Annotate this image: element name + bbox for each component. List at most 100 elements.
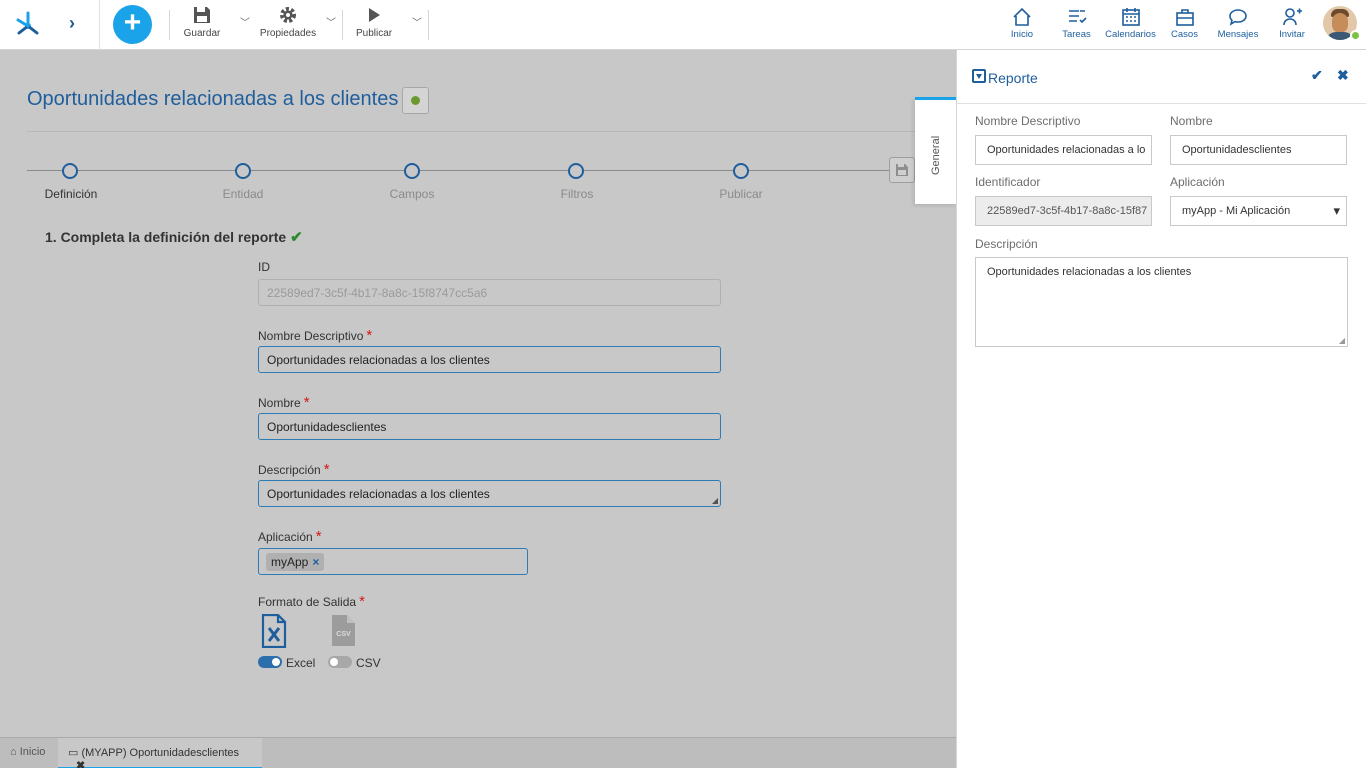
step-publish-icon[interactable] [733,163,749,179]
play-icon [369,8,380,22]
online-status-icon [1350,30,1361,41]
desc-name-label-text: Nombre Descriptivo [258,329,364,343]
stepper-line [27,170,907,171]
close-icon[interactable]: ✖ [76,760,85,768]
chip-remove-icon[interactable]: × [312,555,319,569]
section-title-text: 1. Completa la definición del reporte [45,229,287,245]
panel-identifier-label: Identificador [975,175,1041,189]
calendar-icon [1121,8,1140,26]
panel-description-text: Oportunidades relacionadas a los cliente… [987,266,1192,278]
page-title: Oportunidades relacionadas a los cliente… [27,88,399,110]
nav-invite[interactable]: Invitar [1277,7,1307,40]
output-format-label: Formato de Salida * [258,593,365,610]
csv-toggle[interactable] [328,656,352,668]
step-fields-label[interactable]: Campos [362,187,462,201]
panel-desc-name-input[interactable]: Oportunidades relacionadas a lo [975,135,1152,165]
step-definition-icon[interactable] [62,163,78,179]
toolbar-divider [428,10,429,40]
panel-description-textarea[interactable]: Oportunidades relacionadas a los cliente… [975,257,1348,347]
close-icon[interactable]: ✖ [1337,67,1349,84]
required-mark: * [359,593,365,610]
panel-title: Reporte [988,70,1038,86]
panel-description-label: Descripción [975,237,1038,251]
excel-toggle[interactable] [258,656,282,668]
tab-report[interactable]: ▭ (MYAPP) Oportunidadesclientes ✖ [58,738,262,768]
floppy-icon [194,7,210,23]
desc-name-input[interactable]: Oportunidades relacionadas a los cliente… [258,346,721,373]
id-input[interactable]: 22589ed7-3c5f-4b17-8a8c-15f8747cc5a6 [258,279,721,306]
nav-messages-label: Mensajes [1217,29,1259,40]
step-entity-label[interactable]: Entidad [193,187,293,201]
panel-desc-name-label: Nombre Descriptivo [975,114,1081,128]
save-button[interactable]: Guardar [183,6,221,39]
save-dropdown-chevron-icon[interactable]: ﹀ [240,14,250,29]
resize-handle-icon[interactable]: ◢ [712,496,718,505]
step-save-button[interactable] [889,157,915,183]
divider [27,131,927,132]
step-filters-label[interactable]: Filtros [527,187,627,201]
required-mark: * [366,327,373,344]
toolbar-divider [342,10,343,40]
add-user-icon [1283,8,1302,26]
step-definition-label[interactable]: Definición [21,187,121,201]
nav-messages[interactable]: Mensajes [1216,7,1260,40]
step-publish-label[interactable]: Publicar [691,187,791,201]
resize-handle-icon[interactable]: ◢ [1339,336,1345,345]
step-entity-icon[interactable] [235,163,251,179]
properties-dropdown-chevron-icon[interactable]: ﹀ [326,14,336,29]
panel-application-label: Aplicación [1170,175,1225,189]
output-format-label-text: Formato de Salida [258,595,357,609]
name-label: Nombre * [258,394,310,411]
bottom-tab-bar: ⌂ Inicio ▭ (MYAPP) Oportunidadesclientes… [0,737,956,768]
app-logo[interactable]: › [0,0,100,50]
name-label-text: Nombre [258,396,301,410]
step-filters-icon[interactable] [568,163,584,179]
required-mark: * [323,461,330,478]
expand-chevron-icon[interactable]: › [69,13,75,34]
nav-home[interactable]: Inicio [1008,7,1036,40]
description-label-text: Descripción [258,463,321,477]
add-button[interactable]: + [113,5,152,44]
name-input[interactable]: Oportunidadesclientes [258,413,721,440]
publish-dropdown-chevron-icon[interactable]: ﹀ [412,14,422,29]
tasks-icon [1068,10,1087,24]
csv-label: CSV [356,656,381,670]
tab-home[interactable]: ⌂ Inicio [0,738,55,768]
description-textarea[interactable]: Oportunidades relacionadas a los cliente… [258,480,721,507]
id-label: ID [258,260,270,274]
status-badge[interactable] [402,87,429,114]
tab-general[interactable]: General [915,97,957,204]
home-icon: ⌂ [10,746,17,758]
properties-label: Propiedades [259,28,317,39]
excel-file-icon[interactable] [261,614,287,648]
publish-button[interactable]: Publicar [356,6,392,39]
excel-label: Excel [286,656,316,670]
report-dropdown-icon[interactable] [972,69,986,83]
nav-tasks[interactable]: Tareas [1060,7,1093,40]
nav-cases[interactable]: Casos [1169,7,1200,40]
tab-general-label: General [930,135,942,175]
nav-tasks-label: Tareas [1062,29,1091,40]
confirm-check-icon[interactable]: ✔ [1311,67,1323,84]
panel-name-input[interactable]: Oportunidadesclientes [1170,135,1347,165]
application-multiselect[interactable]: myApp × [258,548,528,575]
floppy-icon [896,164,908,176]
nav-home-label: Inicio [1010,29,1034,40]
panel-identifier-input[interactable]: 22589ed7-3c5f-4b17-8a8c-15f87 [975,196,1152,226]
logo-icon [16,11,39,35]
save-label: Guardar [183,28,221,39]
application-chip-label: myApp [271,555,309,569]
panel-application-select[interactable]: myApp - Mi Aplicación [1170,196,1347,226]
home-icon [1013,7,1031,26]
panel-header: Reporte ✔ ✖ [957,50,1366,104]
properties-button[interactable]: Propiedades [259,6,317,39]
report-icon: ▭ [68,747,79,759]
nav-calendars-label: Calendarios [1105,29,1156,40]
briefcase-icon [1175,9,1194,26]
nav-invite-label: Invitar [1279,29,1305,40]
step-fields-icon[interactable] [404,163,420,179]
nav-calendars[interactable]: Calendarios [1103,7,1158,40]
application-chip: myApp × [266,553,325,571]
csv-file-icon[interactable]: CSV [331,614,357,648]
toolbar-divider [169,10,170,40]
